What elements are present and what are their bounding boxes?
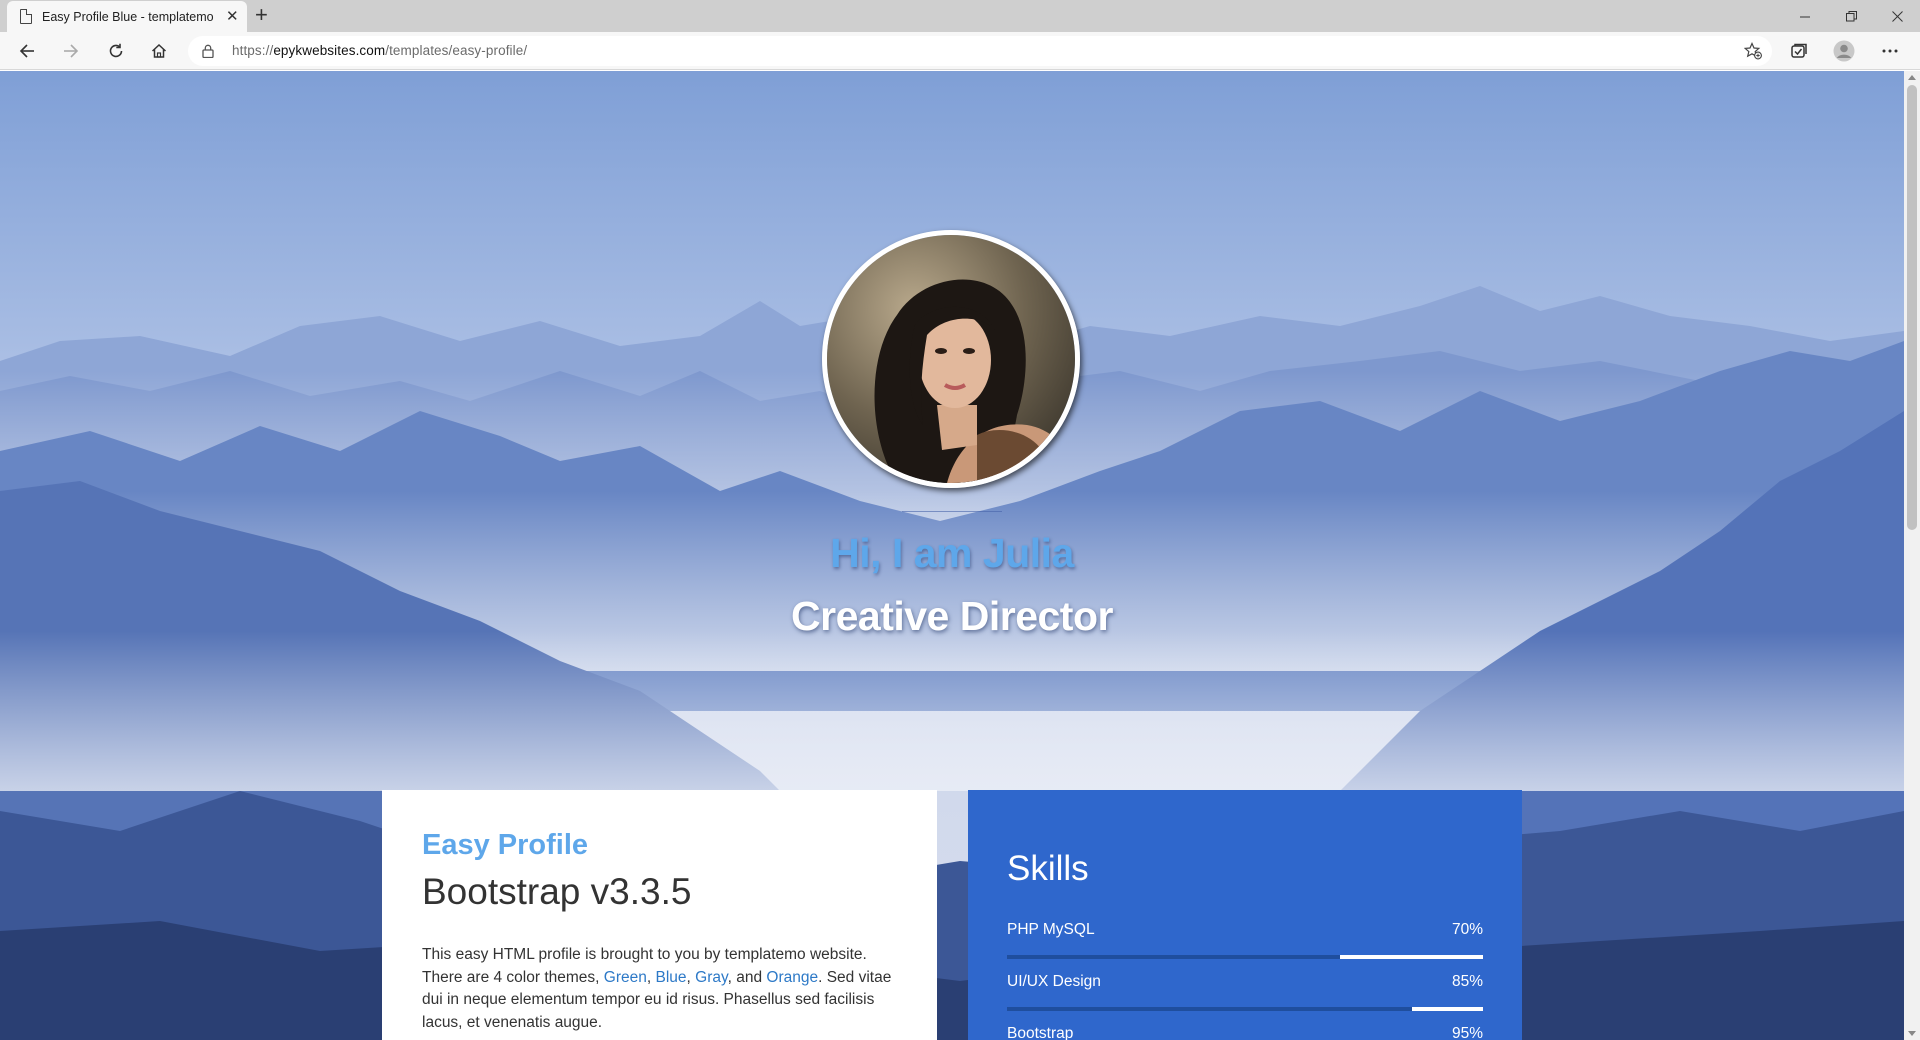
scrollbar-thumb[interactable] bbox=[1907, 85, 1917, 530]
skills-card: Skills PHP MySQL 70% UI/UX Design 85% Bo… bbox=[968, 790, 1522, 1040]
hero-greeting: Hi, I am Julia bbox=[830, 530, 1074, 576]
url-text[interactable]: https://epykwebsites.com/templates/easy-… bbox=[232, 43, 527, 58]
skill-percent: 85% bbox=[1451, 973, 1483, 990]
theme-link-blue[interactable]: Blue bbox=[656, 969, 687, 986]
add-favorite-icon[interactable] bbox=[1743, 42, 1762, 65]
collections-icon[interactable] bbox=[1783, 37, 1815, 65]
browser-toolbar: https://epykwebsites.com/templates/easy-… bbox=[0, 32, 1920, 70]
browser-tab-strip: Easy Profile Blue - templatemo ✕ + bbox=[0, 0, 1920, 32]
home-icon[interactable] bbox=[143, 37, 175, 65]
intro-separator: , bbox=[646, 968, 656, 986]
skill-progress-bar bbox=[1007, 1007, 1483, 1011]
url-domain: epykwebsites.com bbox=[273, 43, 386, 58]
portrait-image bbox=[827, 235, 1075, 483]
more-options-icon[interactable] bbox=[1874, 37, 1906, 65]
skill-progress-bar bbox=[1007, 955, 1483, 959]
intro-heading: Bootstrap v3.3.5 bbox=[422, 871, 692, 912]
intro-text: This easy HTML profile is brought to you… bbox=[422, 944, 902, 1034]
close-tab-icon[interactable]: ✕ bbox=[226, 9, 239, 24]
forward-icon[interactable] bbox=[55, 37, 87, 65]
skills-heading: Skills bbox=[1007, 849, 1089, 888]
close-window-icon[interactable] bbox=[1874, 0, 1920, 32]
restore-icon[interactable] bbox=[1828, 0, 1874, 32]
skill-item: PHP MySQL 70% bbox=[1007, 921, 1483, 959]
new-tab-icon[interactable]: + bbox=[255, 3, 268, 27]
page-icon bbox=[20, 9, 32, 24]
page-viewport: Hi, I am Julia Creative Director Easy Pr… bbox=[0, 71, 1904, 1040]
scroll-down-icon[interactable] bbox=[1908, 1031, 1916, 1036]
skill-name: Bootstrap bbox=[1007, 1025, 1074, 1040]
intro-eyebrow: Easy Profile bbox=[422, 829, 589, 861]
minimize-icon[interactable] bbox=[1782, 0, 1828, 32]
intro-separator: , and bbox=[727, 968, 767, 986]
skill-percent: 70% bbox=[1451, 921, 1483, 938]
browser-tab-active[interactable]: Easy Profile Blue - templatemo ✕ bbox=[7, 1, 247, 32]
theme-link-green[interactable]: Green bbox=[604, 969, 647, 986]
theme-link-gray[interactable]: Gray bbox=[695, 969, 727, 986]
page-scrollbar[interactable] bbox=[1904, 71, 1920, 1040]
skill-progress-fill bbox=[1340, 955, 1483, 959]
skill-progress-fill bbox=[1411, 1007, 1483, 1011]
skill-name: PHP MySQL bbox=[1007, 921, 1095, 938]
url-path: /templates/easy-profile/ bbox=[385, 43, 528, 58]
address-bar[interactable]: https://epykwebsites.com/templates/easy-… bbox=[188, 36, 1772, 66]
hero-divider bbox=[902, 511, 1002, 512]
reload-icon[interactable] bbox=[100, 37, 132, 65]
url-scheme: https:// bbox=[232, 43, 274, 58]
hero-role: Creative Director bbox=[791, 593, 1113, 639]
skill-percent: 95% bbox=[1451, 1025, 1483, 1040]
back-icon[interactable] bbox=[11, 37, 43, 65]
theme-link-orange[interactable]: Orange bbox=[766, 969, 818, 986]
tab-title: Easy Profile Blue - templatemo bbox=[42, 9, 214, 24]
lock-icon[interactable] bbox=[202, 44, 214, 63]
skill-item: Bootstrap 95% bbox=[1007, 1025, 1483, 1040]
skill-item: UI/UX Design 85% bbox=[1007, 973, 1483, 1011]
intro-card: Easy Profile Bootstrap v3.3.5 This easy … bbox=[382, 790, 937, 1040]
scroll-up-icon[interactable] bbox=[1908, 75, 1916, 80]
skill-name: UI/UX Design bbox=[1007, 973, 1101, 990]
intro-separator: , bbox=[686, 968, 696, 986]
profile-avatar bbox=[822, 230, 1080, 488]
profile-avatar-icon[interactable] bbox=[1828, 37, 1860, 65]
